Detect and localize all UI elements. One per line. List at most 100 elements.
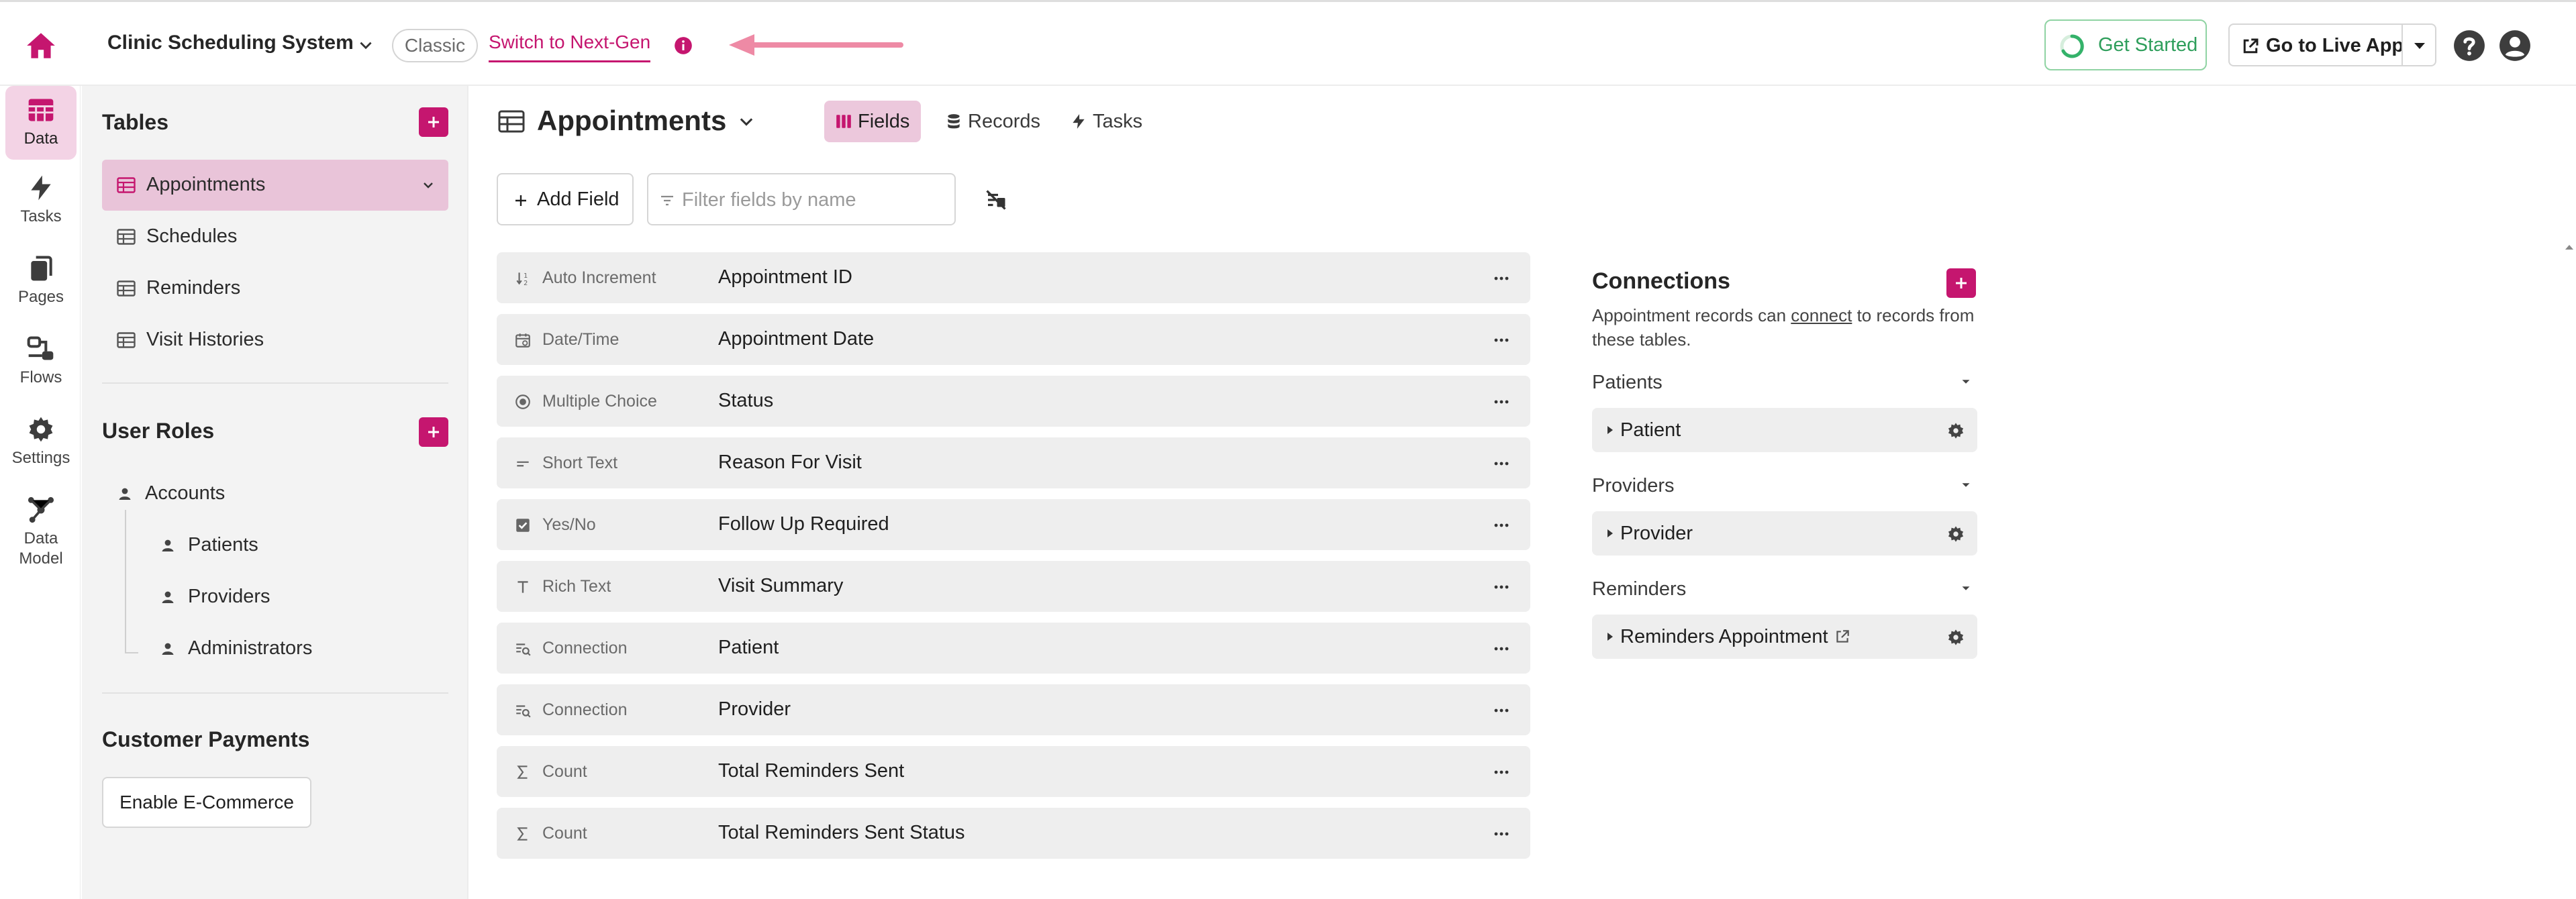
caret-down-icon [2414,43,2425,49]
sigma-icon [517,827,528,841]
more-icon[interactable] [1491,455,1512,472]
field-name: Visit Summary [718,575,844,596]
rail-item-data-model[interactable]: Data Model [5,486,77,580]
caret-right-icon[interactable] [1605,528,1615,539]
app-title[interactable]: Clinic Scheduling System [107,32,354,54]
table-label: Schedules [146,225,238,247]
rich-text-icon [517,581,528,593]
rail-label: Settings [11,449,70,467]
info-icon[interactable] [674,36,693,55]
caret-down-icon[interactable] [1959,581,1973,596]
caret-right-icon[interactable] [1605,425,1615,435]
role-label: Providers [188,586,270,607]
scroll-up-icon[interactable] [2564,243,2575,251]
external-link-icon[interactable] [1834,628,1851,645]
field-row[interactable]: Multiple Choice Status [497,376,1530,427]
field-row[interactable]: Connection Patient [497,623,1530,674]
caret-down-icon[interactable] [1959,374,1973,389]
table-item-reminders[interactable]: Reminders [102,263,448,314]
live-app-label: Go to Live App [2266,35,2404,56]
filter-fields-input[interactable] [682,185,948,215]
plus-icon [428,117,439,127]
rail-item-pages[interactable]: Pages [5,244,77,318]
tab-records[interactable]: Records [934,101,1047,142]
tree-connector [125,510,126,652]
customer-payments-heading: Customer Payments [102,727,310,751]
table-icon [117,177,136,193]
add-table-button[interactable] [419,107,448,137]
field-row[interactable]: Short Text Reason For Visit [497,437,1530,488]
field-row[interactable]: Count Total Reminders Sent [497,746,1530,797]
connections-heading: Connections [1592,268,1730,294]
more-icon[interactable] [1491,578,1512,596]
help-icon[interactable] [2453,29,2486,62]
svg-text:2: 2 [524,280,528,287]
tab-label: Tasks [1093,111,1143,132]
account-icon[interactable] [2498,29,2532,62]
add-user-role-button[interactable] [419,417,448,447]
user-icon [160,537,176,553]
field-type: Multiple Choice [542,392,657,411]
connection-item[interactable]: Patient [1592,408,1977,452]
hide-fields-icon[interactable] [984,188,1008,212]
more-icon[interactable] [1491,702,1512,719]
switch-next-gen-link[interactable]: Switch to Next-Gen [489,32,651,62]
connection-group-label: Providers [1592,475,1675,496]
more-icon[interactable] [1491,763,1512,781]
connection-item[interactable]: Provider [1592,511,1977,556]
chevron-down-icon[interactable] [357,37,375,54]
checkbox-icon [516,519,530,532]
field-name: Total Reminders Sent [718,760,905,782]
filter-fields-field[interactable] [647,173,956,225]
field-row[interactable]: Date/Time Appointment Date [497,314,1530,365]
get-started-button[interactable]: Get Started [2044,19,2207,70]
rail-item-data[interactable]: Data [5,86,77,160]
filter-icon [661,195,673,206]
field-row[interactable]: Connection Provider [497,684,1530,735]
connect-link[interactable]: connect [1791,305,1852,325]
table-item-appointments[interactable]: Appointments [102,160,448,211]
enable-ecommerce-button[interactable]: Enable E-Commerce [102,777,311,828]
tree-connector [125,652,138,653]
field-row[interactable]: 12 Auto Increment Appointment ID [497,252,1530,303]
tab-tasks[interactable]: Tasks [1059,101,1153,142]
more-icon[interactable] [1491,825,1512,843]
more-icon[interactable] [1491,270,1512,287]
table-item-schedules[interactable]: Schedules [102,211,448,262]
add-connection-button[interactable] [1946,268,1976,298]
gear-icon[interactable] [1946,525,1965,543]
go-to-live-app-button[interactable]: Go to Live App [2228,23,2404,66]
add-field-label: Add Field [537,189,620,210]
field-row[interactable]: Yes/No Follow Up Required [497,499,1530,550]
field-row[interactable]: Rich Text Visit Summary [497,561,1530,612]
connection-item[interactable]: Reminders Appointment [1592,615,1977,659]
pages-icon [26,254,56,283]
rail-item-flows[interactable]: Flows [5,325,77,399]
gear-icon[interactable] [1946,628,1965,647]
rail-item-settings[interactable]: Settings [5,405,77,479]
caret-right-icon[interactable] [1605,631,1615,642]
more-icon[interactable] [1491,393,1512,411]
data-model-icon [26,495,56,525]
more-icon[interactable] [1491,640,1512,657]
live-app-dropdown-button[interactable] [2401,23,2436,66]
gear-icon[interactable] [1946,421,1965,440]
desc-text: Appointment records can [1592,305,1791,325]
home-icon[interactable] [24,29,58,62]
tab-fields[interactable]: Fields [824,101,921,142]
field-row[interactable]: Count Total Reminders Sent Status [497,808,1530,859]
add-field-button[interactable]: Add Field [497,173,634,225]
table-item-visit-histories[interactable]: Visit Histories [102,315,448,366]
more-icon[interactable] [1491,331,1512,349]
role-label: Patients [188,534,258,556]
classic-toggle[interactable]: Classic [392,29,478,62]
caret-down-icon[interactable] [1959,478,1973,492]
chevron-down-icon[interactable] [737,113,756,131]
rail-item-tasks[interactable]: Tasks [5,164,77,237]
chevron-down-icon[interactable] [420,177,436,193]
connection-label: Provider [1620,523,1693,544]
external-link-icon [2240,36,2261,56]
connection-label: Patient [1620,419,1681,441]
user-icon [160,641,176,657]
more-icon[interactable] [1491,517,1512,534]
